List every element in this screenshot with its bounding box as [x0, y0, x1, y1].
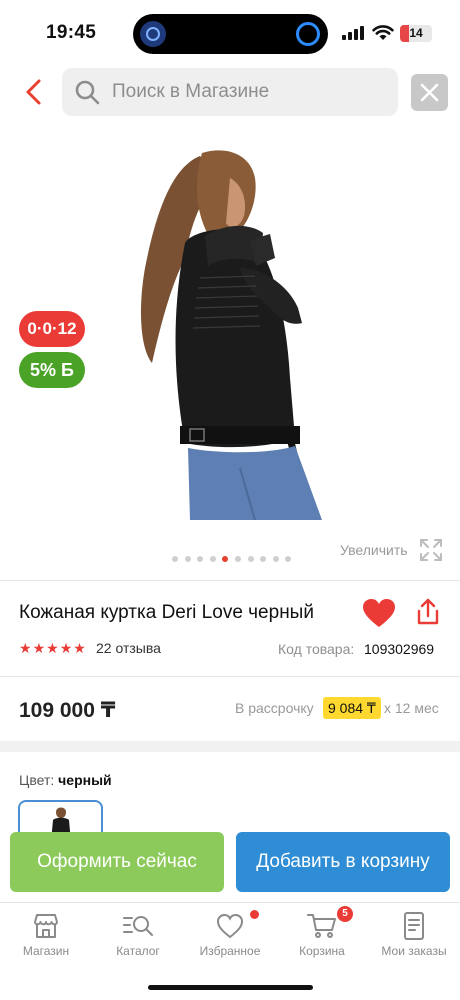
pagination-dot[interactable]: [172, 556, 178, 562]
tab-catalog[interactable]: Каталог: [92, 910, 184, 958]
star-icon: ★: [32, 640, 46, 656]
installment-term: х 12 мес: [384, 700, 439, 716]
pagination-dot[interactable]: [247, 556, 254, 562]
zoom-label[interactable]: Увеличить: [340, 542, 408, 558]
color-label: Цвет: черный: [19, 772, 112, 788]
installment-label: В рассрочку: [235, 700, 314, 716]
search-icon: [75, 80, 100, 105]
close-icon: [420, 83, 439, 102]
broadcast-icon: [140, 21, 166, 47]
expand-icon[interactable]: [419, 538, 443, 562]
cart-count-badge: 5: [337, 906, 353, 922]
pagination-dot[interactable]: [235, 556, 241, 562]
installment-amount: 9 084 ₸: [323, 697, 381, 719]
store-icon: [34, 914, 58, 938]
tab-label: Избранное: [199, 944, 261, 958]
tab-favorites[interactable]: Избранное: [184, 910, 276, 958]
pagination-dot[interactable]: [222, 556, 229, 562]
pagination-dot[interactable]: [197, 556, 204, 562]
color-value: черный: [58, 772, 112, 788]
catalog-search-icon: [123, 916, 153, 936]
status-bar: 19:45 14: [0, 0, 460, 62]
status-time: 19:45: [46, 22, 97, 43]
favorites-notification-dot: [250, 910, 259, 919]
cellular-signal-icon: [342, 26, 366, 40]
activity-ring-icon: [296, 22, 320, 46]
add-to-cart-button[interactable]: Добавить в корзину: [236, 832, 450, 892]
pagination-dot[interactable]: [285, 556, 292, 562]
tab-store[interactable]: Магазин: [0, 910, 92, 958]
search-placeholder: Поиск в Магазине: [112, 81, 270, 102]
pagination-dot[interactable]: [272, 556, 279, 562]
timer-badge: 0·0·12: [19, 311, 85, 347]
pagination-dot[interactable]: [184, 556, 191, 562]
tab-orders[interactable]: Мои заказы: [368, 910, 460, 958]
battery-indicator: 14: [400, 25, 432, 42]
rating-stars: ★ ★ ★ ★ ★: [19, 641, 86, 655]
tab-label: Корзина: [299, 944, 345, 958]
tab-label: Магазин: [22, 944, 70, 958]
clear-search-button[interactable]: [411, 74, 448, 111]
product-code-label: Код товара:: [278, 641, 355, 657]
pagination-dot[interactable]: [209, 556, 216, 562]
bonus-badge: 5% Б: [19, 352, 85, 388]
search-input[interactable]: Поиск в Магазине: [62, 68, 398, 116]
back-chevron-icon[interactable]: [22, 78, 46, 106]
buy-now-button[interactable]: Оформить сейчас: [10, 832, 224, 892]
product-price: 109 000 ₸: [19, 699, 116, 722]
dynamic-island: [133, 14, 328, 54]
orders-icon: [404, 912, 424, 940]
battery-level: 14: [409, 26, 423, 40]
tab-label: Мои заказы: [381, 944, 447, 958]
pagination-dot[interactable]: [260, 556, 267, 562]
section-separator: [0, 741, 460, 752]
product-code: 109302969: [364, 641, 435, 657]
product-photo[interactable]: [130, 148, 330, 520]
star-icon: ★: [59, 640, 73, 656]
tab-cart[interactable]: 5 Корзина: [276, 906, 368, 958]
reviews-link[interactable]: 22 отзыва: [96, 640, 161, 656]
star-icon: ★: [46, 640, 59, 656]
divider: [0, 676, 460, 677]
product-title: Кожаная куртка Deri Love черный: [19, 602, 314, 623]
wifi-icon: [372, 25, 394, 40]
heart-icon: [216, 913, 244, 939]
color-label-text: Цвет:: [19, 772, 55, 788]
star-icon: ★: [19, 640, 32, 656]
divider: [0, 580, 460, 581]
home-indicator: [148, 985, 313, 990]
star-icon: ★: [73, 640, 86, 656]
cart-icon: [307, 914, 336, 938]
share-icon[interactable]: [414, 597, 442, 627]
favorite-heart-icon[interactable]: [362, 598, 396, 628]
tab-label: Каталог: [116, 944, 160, 958]
